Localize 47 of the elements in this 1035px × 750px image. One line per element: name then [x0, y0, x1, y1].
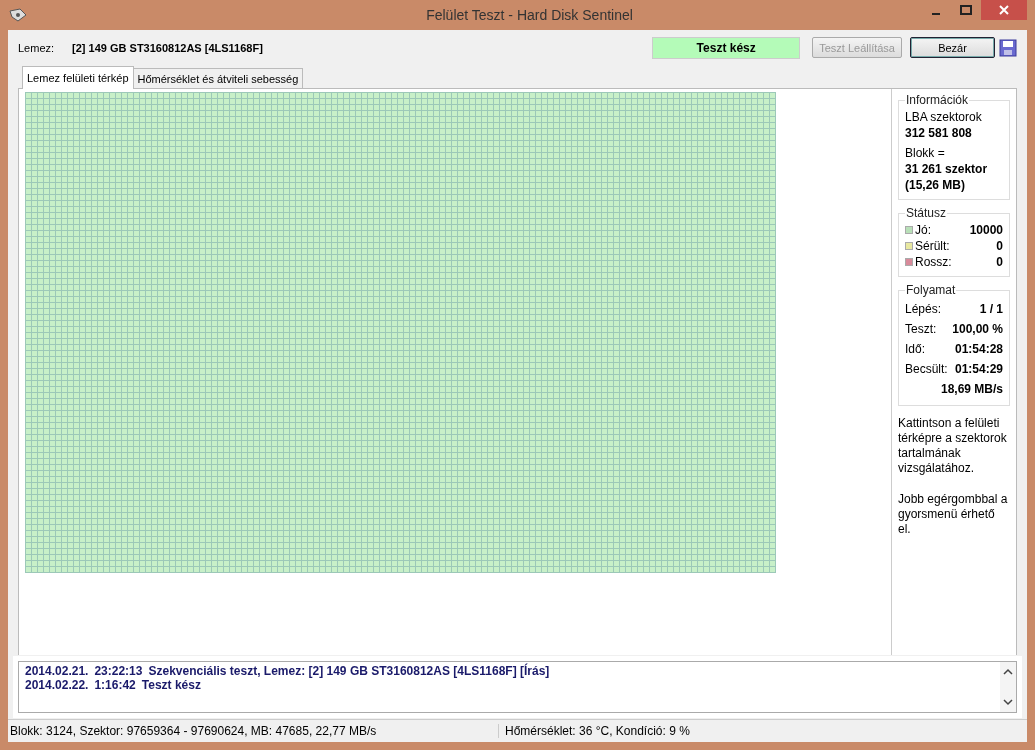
disk-name: [2] 149 GB ST3160812AS [4LS1168F]: [72, 41, 263, 54]
tab[interactable]: Lemez felületi térkép: [22, 66, 134, 89]
status-text: Blokk: 3124, Szektor: 97659364 - 97690624, MB: 47685, 22,77 MB/s: [8, 724, 499, 738]
save-icon[interactable]: [999, 38, 1017, 57]
scroll-up-icon[interactable]: [1003, 668, 1013, 676]
log-message: Teszt kész: [141, 678, 201, 692]
test-status: Teszt kész: [652, 36, 801, 59]
status-value: 0: [996, 238, 1003, 254]
status-label: Sérült:: [915, 238, 951, 254]
progress-value: 01:54:29: [954, 361, 1003, 378]
group-title: Folyamat: [905, 283, 957, 297]
progress-label: Becsült:: [905, 361, 949, 378]
info-text: 31 261 szektor: [905, 161, 989, 177]
minimize-icon: [932, 13, 940, 15]
status-value: 0: [996, 254, 1003, 270]
info-text: 312 581 808: [905, 125, 973, 141]
progress-value: 1 / 1: [979, 301, 1003, 318]
progress-value: 01:54:28: [954, 341, 1003, 358]
hint-text: Jobb egérgombbal a gyorsmenü érhető el.: [898, 492, 1009, 537]
scroll-down-icon[interactable]: [1003, 698, 1013, 706]
group-title: Státusz: [905, 206, 948, 220]
progress-label: Idő:: [905, 341, 926, 358]
status-label: Rossz:: [915, 254, 953, 270]
group-title: Információk: [905, 93, 970, 107]
disk-label: Lemez:: [18, 41, 55, 54]
log-date: 2014.02.22.: [25, 678, 89, 692]
info-text: (15,26 MB): [905, 177, 967, 193]
info-text: Blokk =: [905, 145, 946, 161]
log-time: 1:16:42: [94, 678, 136, 692]
maximize-icon: [960, 5, 972, 15]
log-time: 23:22:13: [94, 664, 143, 678]
hint-text: Kattintson a felületi térképre a szektorok tartalmának vizsgálatához.: [898, 416, 1008, 476]
window-title: Felület Teszt - Hard Disk Sentinel: [425, 7, 633, 23]
tab[interactable]: Hőmérséklet és átviteli sebesség: [132, 68, 304, 88]
info-text: LBA szektorok: [905, 109, 983, 125]
progress-value: 100,00 %: [952, 321, 1003, 338]
progress-label: Teszt:: [905, 321, 938, 338]
close-icon: [999, 5, 1009, 15]
status-label: Jó:: [915, 222, 932, 238]
dialog-button[interactable]: Bezár: [910, 37, 995, 58]
progress-label: Lépés:: [905, 301, 943, 318]
close-button[interactable]: [981, 0, 1027, 20]
status-text: Hőmérséklet: 36 °C, Kondíció: 9 %: [504, 724, 690, 738]
log-message: Szekvenciális teszt, Lemez: [2] 149 GB ST3160812AS [4LS1168F] [Írás]: [148, 664, 550, 678]
status-value: 10000: [969, 222, 1003, 238]
log-date: 2014.02.21.: [25, 664, 89, 678]
progress-value: 18,69 MB/s: [940, 381, 1003, 398]
